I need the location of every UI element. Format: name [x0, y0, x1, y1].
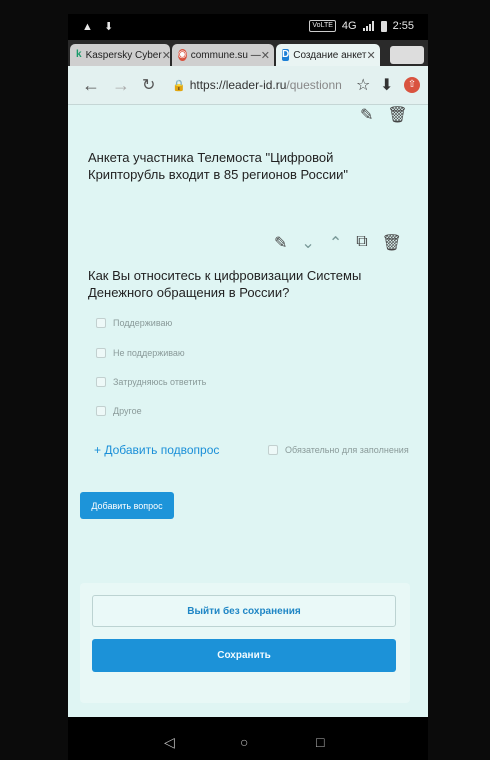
option-label: Другое: [113, 406, 142, 416]
required-label: Обязательно для заполнения: [285, 445, 409, 455]
title-tools: ✎ 🗑: [360, 105, 408, 125]
footer-actions: Выйти без сохранения Сохранить: [80, 583, 410, 703]
tab-title: commune.su —: [190, 49, 261, 61]
add-question-button[interactable]: Добавить вопрос: [80, 492, 174, 519]
battery-icon: [380, 20, 387, 32]
chevron-down-icon[interactable]: ⌄: [301, 233, 314, 253]
tab-title: Создание анкет: [293, 49, 367, 61]
download-icon[interactable]: ⬇: [380, 75, 393, 95]
answer-option[interactable]: Другое: [96, 406, 142, 416]
exit-without-saving-button[interactable]: Выйти без сохранения: [92, 595, 396, 627]
network-type: 4G: [341, 20, 357, 32]
answer-option[interactable]: Поддерживаю: [96, 318, 172, 328]
phone-screen: ▲ ⬇ VoLTE 4G 2:55 k Kaspersky Cyber ✕ ◉ …: [68, 14, 428, 760]
tab-kaspersky[interactable]: k Kaspersky Cyber ✕: [70, 44, 170, 66]
home-circle-icon[interactable]: ○: [240, 734, 248, 750]
chevron-up-icon[interactable]: ⌃: [329, 233, 342, 253]
question-text: Как Вы относитесь к цифровизации Системы…: [88, 268, 362, 300]
option-label: Затрудняюсь ответить: [113, 377, 207, 387]
trash-icon[interactable]: 🗑: [387, 105, 407, 125]
tab-commune[interactable]: ◉ commune.su — ✕: [172, 44, 274, 66]
option-label: Не поддерживаю: [113, 348, 185, 358]
questionnaire-editor: ✎ 🗑 Анкета участника Телемоста "Цифровой…: [68, 105, 428, 717]
url-field[interactable]: 🔒https://leader-id.ru/questionnaire?even…: [172, 72, 342, 98]
copy-icon[interactable]: ⧉: [356, 233, 367, 253]
notification-icons: ▲ ⬇: [82, 21, 118, 33]
close-icon[interactable]: ✕: [367, 49, 376, 62]
trash-icon[interactable]: 🗑: [382, 233, 402, 253]
kaspersky-favicon-icon: k: [76, 49, 82, 60]
forward-arrow-icon[interactable]: →: [112, 75, 130, 96]
browser-tabs: k Kaspersky Cyber ✕ ◉ commune.su — ✕ D С…: [68, 40, 428, 66]
new-tab-button[interactable]: [390, 46, 424, 64]
edit-pencil-icon[interactable]: ✎: [360, 105, 373, 125]
option-checkbox[interactable]: [96, 406, 106, 416]
option-checkbox[interactable]: [96, 348, 106, 358]
reload-icon[interactable]: ↻: [142, 75, 155, 95]
required-checkbox[interactable]: [268, 445, 278, 455]
url-host: https://leader-id.ru: [189, 78, 287, 92]
edit-pencil-icon[interactable]: ✎: [274, 233, 287, 253]
answer-option[interactable]: Затрудняюсь ответить: [96, 377, 206, 387]
recents-square-icon[interactable]: □: [316, 734, 324, 750]
system-nav-bar: ◁ ○ □: [68, 726, 428, 760]
option-label: Поддерживаю: [113, 318, 173, 328]
tab-title: Kaspersky Cyber: [85, 49, 162, 61]
clock: 2:55: [392, 20, 414, 32]
required-toggle[interactable]: Обязательно для заполнения: [268, 445, 409, 455]
address-bar: ← → ↻ 🔒https://leader-id.ru/questionnair…: [68, 66, 428, 105]
leader-id-favicon-icon: D: [282, 49, 290, 61]
commune-favicon-icon: ◉: [178, 49, 187, 61]
close-icon[interactable]: ✕: [162, 49, 170, 62]
survey-title: Анкета участника Телемоста "Цифровой Кри…: [88, 150, 348, 182]
answer-option[interactable]: Не поддерживаю: [96, 348, 185, 358]
url-path: /questionnaire?events: [286, 78, 342, 92]
add-subquestion-link[interactable]: + Добавить подвопрос: [94, 443, 219, 457]
question-tools: ✎ ⌄ ⌃ ⧉ 🗑: [274, 233, 402, 253]
tab-leader-id[interactable]: D Создание анкет ✕: [276, 44, 380, 66]
lock-icon: 🔒: [172, 80, 186, 92]
back-arrow-icon[interactable]: ←: [82, 75, 100, 96]
close-icon[interactable]: ✕: [261, 49, 270, 62]
volte-badge: VoLTE: [309, 20, 336, 32]
status-bar: ▲ ⬇ VoLTE 4G 2:55: [68, 14, 428, 40]
signal-icon: [362, 21, 375, 31]
option-checkbox[interactable]: [96, 318, 106, 328]
option-checkbox[interactable]: [96, 377, 106, 387]
back-triangle-icon[interactable]: ◁: [164, 734, 175, 751]
bookmark-star-icon[interactable]: ☆: [356, 75, 370, 95]
browser-menu-icon[interactable]: ⇧: [404, 77, 420, 93]
save-button[interactable]: Сохранить: [92, 639, 396, 672]
